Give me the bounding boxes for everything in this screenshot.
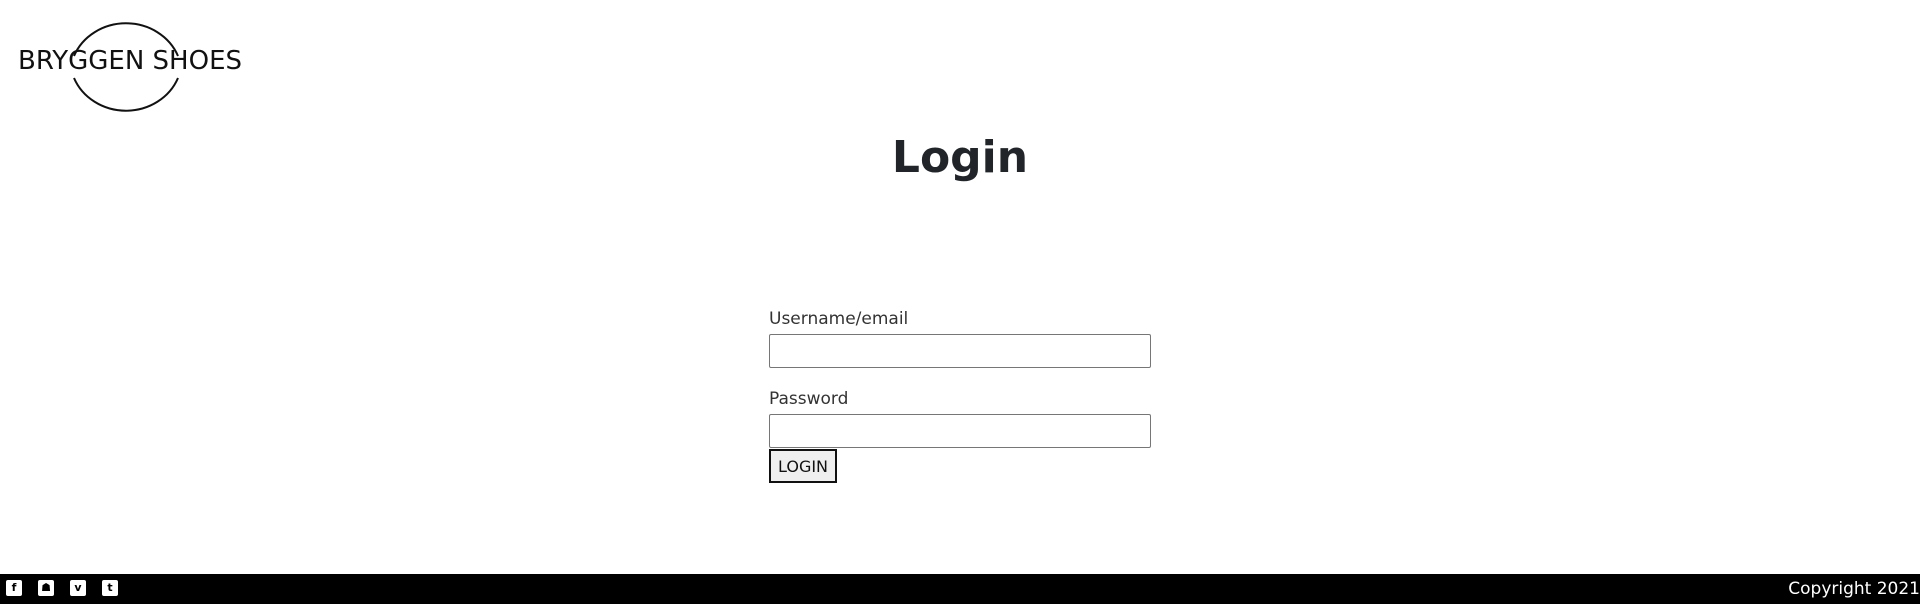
twitter-icon[interactable]: t (102, 580, 118, 596)
password-input[interactable] (769, 414, 1151, 448)
brand-logo[interactable]: BRYGGEN SHOES (18, 16, 243, 118)
logo-text: BRYGGEN SHOES (18, 46, 243, 76)
login-form: Username/email Password LOGIN (769, 308, 1151, 483)
copyright-text: Copyright 2021 (1788, 579, 1920, 599)
login-page: BRYGGEN SHOES Login Username/email Passw… (0, 0, 1920, 604)
username-label: Username/email (769, 309, 909, 329)
social-icons: f ☗ v t (6, 580, 118, 596)
username-input[interactable] (769, 334, 1151, 368)
vimeo-icon[interactable]: v (70, 580, 86, 596)
page-title: Login (891, 132, 1029, 183)
facebook-icon[interactable]: f (6, 580, 22, 596)
password-label: Password (769, 389, 849, 409)
login-button[interactable]: LOGIN (769, 449, 838, 483)
snapchat-icon[interactable]: ☗ (38, 580, 54, 596)
footer: f ☗ v t Copyright 2021 (0, 574, 1920, 604)
